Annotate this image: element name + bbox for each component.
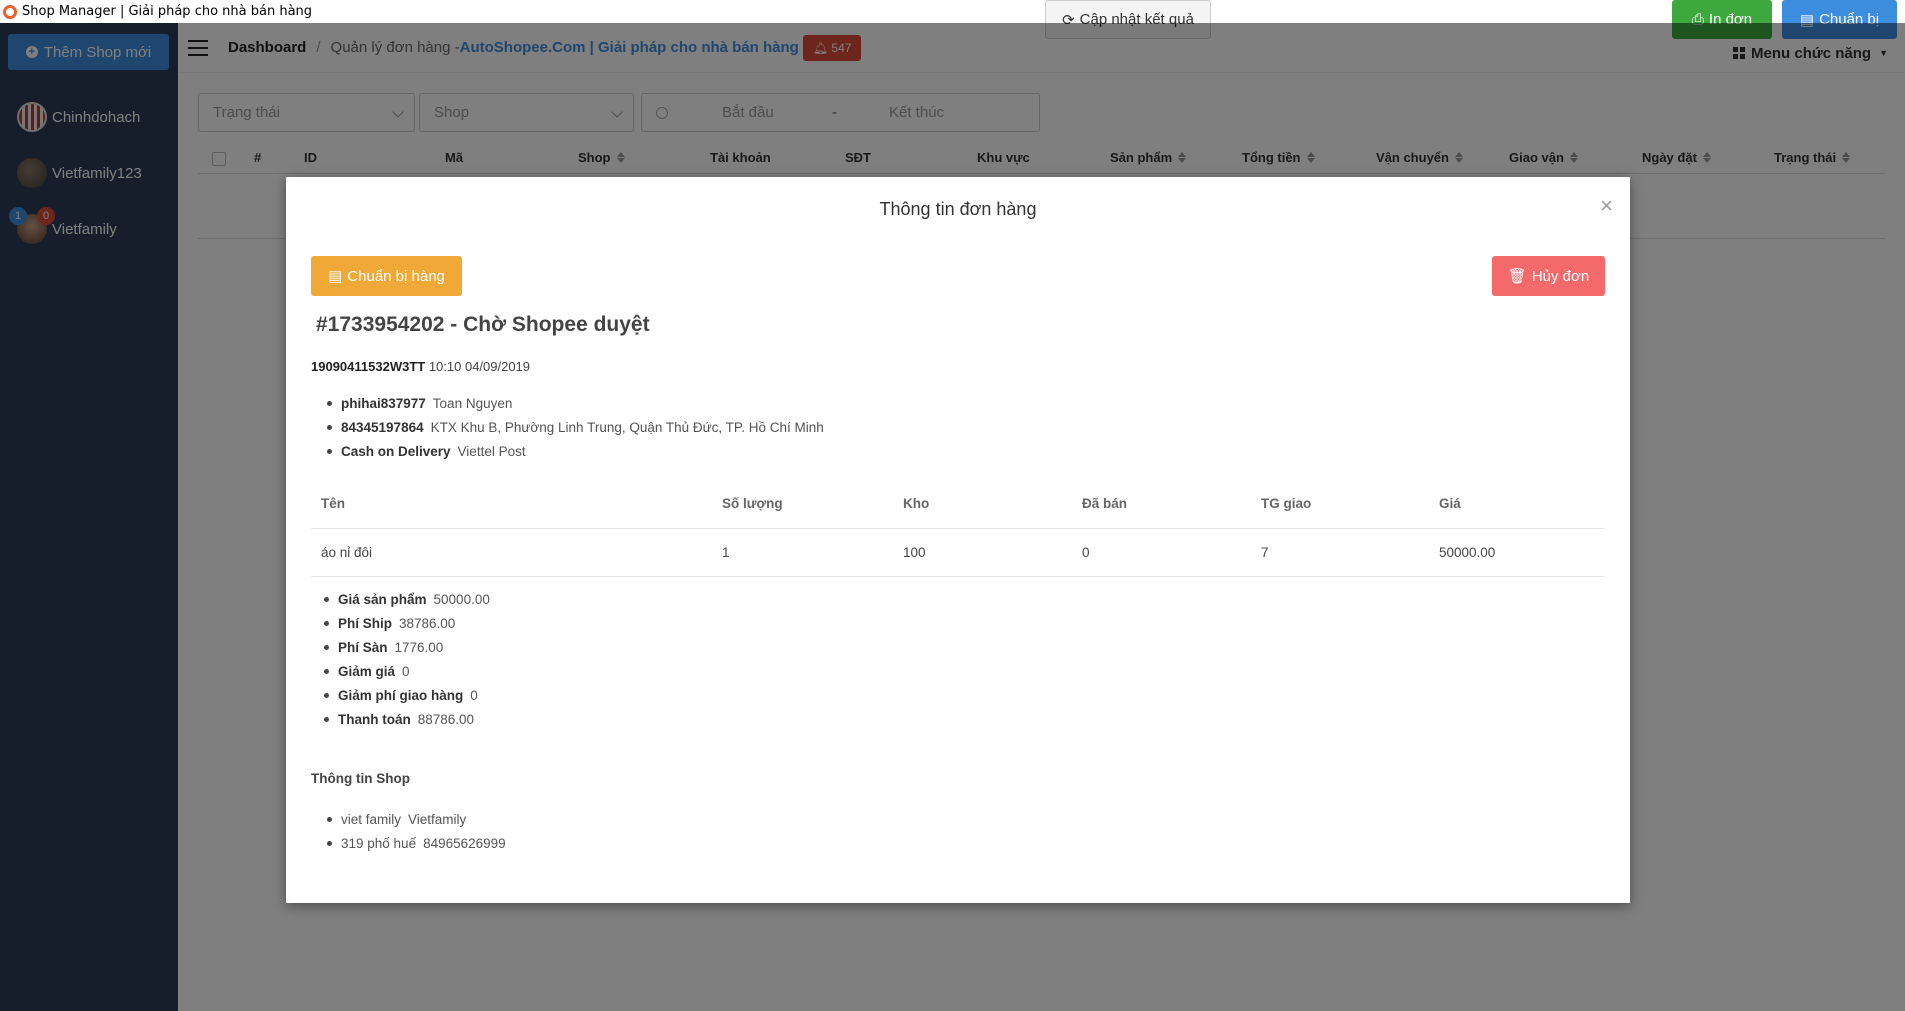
totals-list: Giá sản phẩm 50000.00 Phí Ship 38786.00 Ph… (308, 587, 490, 731)
list-item: phihai837977 Toan Nguyen (311, 391, 824, 415)
list-item: Giảm giá 0 (308, 659, 490, 683)
window-title: Shop Manager | Giải pháp cho nhà bán hàn… (22, 4, 313, 19)
products-table-header: Tên Số lượng Kho Đã bán TG giao Giá (311, 479, 1605, 529)
shop-info-list: viet family Vietfamily 319 phố huế 8496562… (311, 807, 506, 855)
list-item: Giá sản phẩm 50000.00 (308, 587, 490, 611)
trash-icon: 🗑︎ (1507, 268, 1527, 285)
customer-info-list: phihai837977 Toan Nguyen 84345197864 KTX K… (311, 391, 824, 463)
order-heading: #1733954202 - Chờ Shopee duyệt (316, 313, 650, 336)
list-icon: ▤ (328, 268, 343, 285)
modal-title: Thông tin đơn hàng (879, 199, 1037, 219)
list-item: Giảm phí giao hàng 0 (308, 683, 490, 707)
cancel-order-button[interactable]: 🗑︎ Hủy đơn (1492, 256, 1605, 296)
list-item: Phí Ship 38786.00 (308, 611, 490, 635)
cancel-order-label: Hủy đơn (1531, 267, 1590, 285)
app-logo-icon (3, 4, 17, 19)
list-item: Thanh toán 88786.00 (308, 707, 490, 731)
order-meta: 19090411532W3TT 10:10 04/09/2019 (311, 359, 530, 374)
order-time: 10:10 04/09/2019 (425, 359, 531, 374)
shop-info-heading: Thông tin Shop (311, 771, 410, 786)
prepare-goods-button[interactable]: ▤ Chuẩn bị hàng (311, 256, 462, 296)
prepare-goods-label: Chuẩn bị hàng (347, 267, 445, 285)
list-item: 319 phố huế 84965626999 (311, 831, 506, 855)
order-code: 19090411532W3TT (311, 359, 426, 374)
window-titlebar: Shop Manager | Giải pháp cho nhà bán hàn… (0, 0, 1905, 23)
list-item: Phí Sàn 1776.00 (308, 635, 490, 659)
list-item: viet family Vietfamily (311, 807, 506, 831)
list-item: Cash on Delivery Viettel Post (311, 439, 824, 463)
list-item: 84345197864 KTX Khu B, Phường Linh Trung,… (311, 415, 824, 439)
close-icon[interactable]: × (1600, 195, 1613, 217)
table-row: áo nỉ đôi 1 100 0 7 50000.00 (311, 529, 1605, 577)
products-table: Tên Số lượng Kho Đã bán TG giao Giá áo n… (311, 479, 1605, 577)
order-info-modal: Thông tin đơn hàng × ▤ Chuẩn bị hàng 🗑︎ … (286, 177, 1630, 903)
